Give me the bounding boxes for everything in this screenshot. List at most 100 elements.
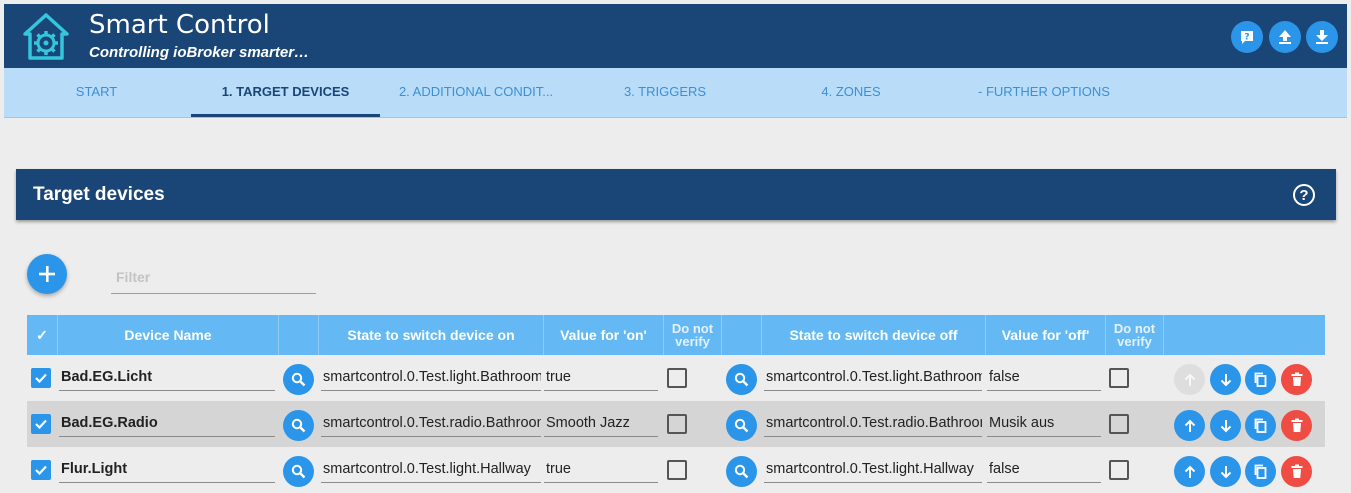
app-subtitle: Controlling ioBroker smarter… [89, 44, 310, 61]
table-header: ✓ Device Name State to switch device on … [27, 315, 1325, 355]
tab-zones[interactable]: 4. ZONES [760, 68, 942, 116]
tab-additional-conditions[interactable]: 2. ADDITIONAL CONDIT... [382, 68, 570, 116]
copy-icon [1254, 372, 1267, 387]
section-title: Target devices [33, 184, 165, 205]
row-select-checkbox[interactable] [31, 368, 51, 388]
no-verify-on-checkbox[interactable] [667, 368, 687, 388]
section-help-icon[interactable]: ? [1293, 184, 1315, 206]
download-icon [1316, 30, 1328, 44]
trash-icon [1291, 372, 1302, 386]
duplicate-button[interactable] [1245, 456, 1276, 487]
table-row: Flur.Light smartcontrol.0.Test.light.Hall… [27, 447, 1325, 493]
move-up-button[interactable] [1174, 456, 1205, 487]
table-row: Bad.EG.Radio smartcontrol.0.Test.radio.Ba… [27, 401, 1325, 447]
tab-further-options[interactable]: - FURTHER OPTIONS [944, 68, 1144, 116]
tab-triggers[interactable]: 3. TRIGGERS [570, 68, 760, 116]
state-off-field[interactable]: smartcontrol.0.Test.light.Hallway [764, 455, 982, 483]
table-row: Bad.EG.Licht smartcontrol.0.Test.light.Ba… [27, 355, 1325, 401]
trash-icon [1291, 418, 1302, 432]
device-name-field[interactable]: Flur.Light [59, 455, 275, 483]
duplicate-button[interactable] [1245, 364, 1276, 395]
move-down-button[interactable] [1210, 410, 1241, 441]
active-tab-indicator [191, 114, 380, 117]
trash-icon [1291, 464, 1302, 478]
move-down-button[interactable] [1210, 364, 1241, 395]
help-button[interactable]: ? [1231, 21, 1263, 53]
value-off-field[interactable]: Musik aus [987, 409, 1101, 437]
select-state-on-button[interactable] [283, 456, 314, 487]
upload-button[interactable] [1269, 21, 1301, 53]
check-icon [35, 373, 47, 384]
select-state-off-button[interactable] [726, 364, 757, 395]
select-state-on-button[interactable] [283, 364, 314, 395]
arrow-down-icon [1220, 465, 1231, 478]
state-on-field[interactable]: smartcontrol.0.Test.radio.Bathroom [321, 409, 541, 437]
state-on-field[interactable]: smartcontrol.0.Test.light.Hallway [321, 455, 541, 483]
move-up-button[interactable] [1174, 410, 1205, 441]
tab-target-devices[interactable]: 1. TARGET DEVICES [191, 68, 380, 116]
duplicate-button[interactable] [1245, 410, 1276, 441]
column-state-off: State to switch device off [762, 315, 986, 355]
search-icon [291, 418, 306, 433]
target-devices-section-header: Target devices ? [16, 169, 1336, 220]
column-spacer-2 [722, 315, 762, 355]
check-icon [35, 419, 47, 430]
no-verify-off-checkbox[interactable] [1109, 460, 1129, 480]
no-verify-off-checkbox[interactable] [1109, 368, 1129, 388]
no-verify-on-checkbox[interactable] [667, 414, 687, 434]
search-icon [734, 418, 749, 433]
move-up-button[interactable] [1174, 364, 1205, 395]
tab-start[interactable]: START [24, 68, 169, 116]
app-title: Smart Control [89, 10, 270, 40]
copy-icon [1254, 464, 1267, 479]
delete-button[interactable] [1281, 410, 1312, 441]
app-header: Smart Control Controlling ioBroker smart… [4, 4, 1347, 68]
column-state-on: State to switch device on [319, 315, 544, 355]
row-select-checkbox[interactable] [31, 460, 51, 480]
delete-button[interactable] [1281, 364, 1312, 395]
value-off-field[interactable]: false [987, 455, 1101, 483]
value-on-field[interactable]: true [544, 455, 658, 483]
state-on-field[interactable]: smartcontrol.0.Test.light.Bathroom [321, 363, 541, 391]
filter-input[interactable] [111, 260, 316, 294]
value-on-field[interactable]: true [544, 363, 658, 391]
arrow-up-icon [1184, 465, 1195, 478]
check-icon [35, 465, 47, 476]
column-device-name: Device Name [58, 315, 279, 355]
arrow-down-icon [1220, 373, 1231, 386]
device-name-field[interactable]: Bad.EG.Radio [59, 409, 275, 437]
column-value-on: Value for 'on' [544, 315, 664, 355]
value-off-field[interactable]: false [987, 363, 1101, 391]
row-select-checkbox[interactable] [31, 414, 51, 434]
help-icon: ? [1241, 31, 1253, 44]
column-actions [1164, 315, 1325, 355]
select-state-off-button[interactable] [726, 410, 757, 441]
arrow-up-icon [1184, 373, 1195, 386]
upload-icon [1279, 30, 1291, 44]
search-icon [734, 464, 749, 479]
no-verify-on-checkbox[interactable] [667, 460, 687, 480]
column-no-verify-off: Do not verify [1106, 315, 1164, 355]
no-verify-off-checkbox[interactable] [1109, 414, 1129, 434]
plus-icon [39, 266, 55, 282]
svg-text:?: ? [1244, 33, 1249, 43]
device-name-field[interactable]: Bad.EG.Licht [59, 363, 275, 391]
add-device-button[interactable] [27, 254, 67, 294]
search-icon [734, 372, 749, 387]
smart-home-gear-icon [23, 13, 69, 60]
arrow-down-icon [1220, 419, 1231, 432]
select-all-header[interactable]: ✓ [27, 315, 58, 355]
select-state-on-button[interactable] [283, 410, 314, 441]
column-value-off: Value for 'off' [986, 315, 1106, 355]
state-off-field[interactable]: smartcontrol.0.Test.light.Bathroom [764, 363, 982, 391]
search-icon [291, 372, 306, 387]
state-off-field[interactable]: smartcontrol.0.Test.radio.Bathroom [764, 409, 982, 437]
value-on-field[interactable]: Smooth Jazz [544, 409, 658, 437]
column-no-verify-on: Do not verify [664, 315, 722, 355]
delete-button[interactable] [1281, 456, 1312, 487]
select-state-off-button[interactable] [726, 456, 757, 487]
move-down-button[interactable] [1210, 456, 1241, 487]
search-icon [291, 464, 306, 479]
column-spacer [279, 315, 319, 355]
download-button[interactable] [1306, 21, 1338, 53]
